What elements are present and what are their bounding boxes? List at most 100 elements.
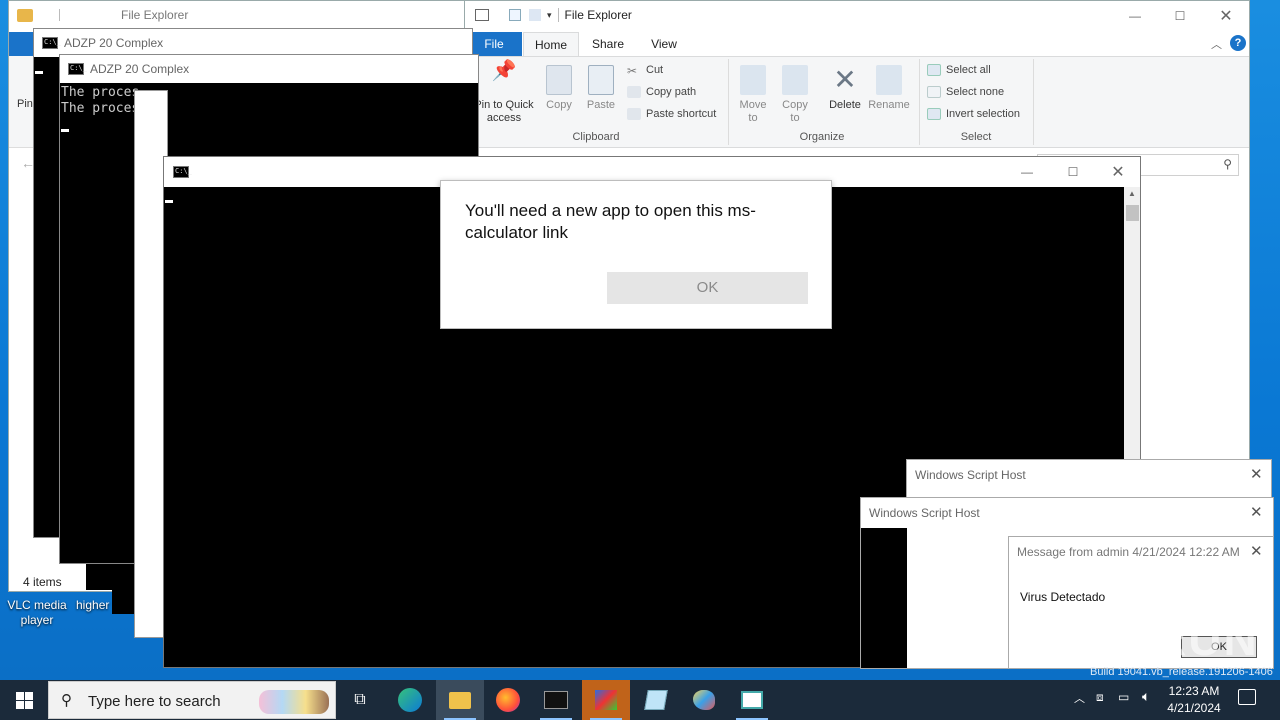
pin-icon: 📌: [491, 60, 517, 82]
organize-group-label: Organize: [799, 131, 845, 143]
explorer-left-status: 4 items: [23, 575, 62, 589]
cut-label: Cut: [646, 64, 664, 76]
cmd2-titlebar[interactable]: ADZP 20 Complex: [60, 55, 478, 83]
cmd-main-close-button[interactable]: ✕: [1095, 158, 1140, 186]
file-explorer-taskbar-icon[interactable]: [436, 680, 484, 720]
higher-icon-label[interactable]: higher: [76, 598, 109, 613]
explorer-left-pin-label: Pin: [17, 98, 33, 110]
dialog-message: You'll need a new app to open this ms-ca…: [465, 201, 756, 242]
tab-share[interactable]: Share: [583, 32, 633, 56]
copy-label: Copy: [546, 99, 572, 111]
windows-logo-icon: [15, 691, 33, 709]
dialog-ok-button[interactable]: OK: [607, 272, 808, 304]
copy-to-button[interactable]: Copy to: [777, 65, 813, 125]
rename-label: Rename: [868, 99, 910, 111]
paint-icon[interactable]: [680, 680, 728, 720]
cmd-taskbar-icon[interactable]: [532, 680, 580, 720]
minimize-button[interactable]: —: [1112, 2, 1158, 30]
boxes-app-icon[interactable]: [582, 680, 630, 720]
paste-icon: [588, 65, 614, 95]
separator-1: [728, 59, 729, 145]
start-button[interactable]: [0, 680, 48, 720]
notifications-icon[interactable]: [1238, 689, 1256, 705]
cut-button[interactable]: ✂ Cut: [627, 64, 664, 78]
explorer-left-file-tab[interactable]: [9, 32, 35, 56]
cmd-main-cursor: [165, 200, 173, 203]
paste-label: Paste: [586, 99, 616, 111]
select-none-label: Select none: [946, 86, 1005, 98]
invert-selection-icon: [927, 108, 941, 120]
copy-to-icon: [782, 65, 808, 95]
separator-2: [919, 59, 920, 145]
wifi-icon[interactable]: ▭: [1118, 690, 1129, 704]
open-app-dialog: You'll need a new app to open this ms-ca…: [440, 180, 832, 329]
pin-quick-access-button[interactable]: 📌 Pin to Quick access: [471, 60, 537, 125]
tab-home[interactable]: Home: [523, 32, 579, 56]
admin-message-title: Message from admin 4/21/2024 12:22 AM: [1017, 545, 1240, 559]
cmd-main-minimize-button[interactable]: —: [1004, 158, 1050, 186]
admin-message-close-icon[interactable]: ✕: [1250, 542, 1263, 560]
invert-selection-label: Invert selection: [946, 108, 1020, 120]
scroll-up-icon[interactable]: ▲: [1128, 189, 1136, 198]
cmd-icon: [42, 37, 61, 49]
volume-icon[interactable]: 🔈︎: [1142, 688, 1150, 705]
cmd2-cursor: [61, 129, 69, 132]
firefox-icon[interactable]: [484, 680, 532, 720]
paste-shortcut-button[interactable]: Paste shortcut: [627, 108, 716, 120]
network-icon[interactable]: ⧈: [1096, 690, 1104, 705]
help-icon[interactable]: ?: [1230, 35, 1246, 51]
delete-x-icon: ✕: [833, 64, 857, 95]
scissors-icon: ✂: [627, 64, 638, 78]
clock-time: 12:23 AM: [1168, 684, 1220, 698]
ribbon-collapse-icon[interactable]: ︿: [1211, 36, 1222, 52]
cmd2-output-line-2: The proces: [61, 101, 140, 116]
delete-button[interactable]: ✕ Delete: [823, 65, 867, 112]
wsh1-close-icon[interactable]: ✕: [1250, 465, 1263, 483]
scroll-thumb[interactable]: [1126, 205, 1139, 221]
clipboard-group-label: Clipboard: [572, 131, 620, 143]
copy-path-icon: [627, 86, 641, 98]
cmd-main-maximize-button[interactable]: ☐: [1050, 158, 1096, 186]
cmd2-output-line-1: The proces: [61, 85, 140, 100]
explorer-left-title: File Explorer: [121, 8, 189, 22]
cmd1-titlebar[interactable]: ADZP 20 Complex: [34, 29, 472, 57]
checkbox-qa-icon[interactable]: [509, 9, 521, 21]
explorer-right-title: File Explorer: [564, 8, 632, 22]
pin-label: Pin to Quick access: [474, 99, 534, 124]
tab-view[interactable]: View: [639, 32, 689, 56]
close-button[interactable]: ✕: [1203, 2, 1249, 30]
rename-button[interactable]: Rename: [867, 65, 911, 112]
show-hidden-icons[interactable]: ︿: [1074, 690, 1085, 706]
copy-path-button[interactable]: Copy path: [627, 86, 696, 98]
wsh2-close-icon[interactable]: ✕: [1250, 503, 1263, 521]
maximize-button[interactable]: ☐: [1157, 2, 1203, 30]
explorer-left-titlebar[interactable]: File Explorer: [9, 1, 469, 29]
vlc-icon-label: VLC media player: [7, 598, 67, 627]
window-app-taskbar-icon[interactable]: [728, 680, 776, 720]
qa-dropdown-icon[interactable]: ▾: [547, 10, 552, 21]
cmd-icon: [68, 63, 87, 75]
select-all-button[interactable]: Select all: [927, 64, 991, 76]
wsh1-title: Windows Script Host: [915, 468, 1026, 482]
select-group-label: Select: [960, 131, 992, 143]
notepad-icon[interactable]: [632, 680, 680, 720]
cmd1-title: ADZP 20 Complex: [64, 36, 164, 50]
vlc-desktop-icon[interactable]: VLC media player: [4, 586, 70, 627]
search-highlight-eggs-icon: [259, 690, 329, 714]
task-view-icon[interactable]: ⧉: [336, 680, 384, 720]
tab-file[interactable]: File: [466, 32, 522, 56]
paste-button[interactable]: Paste: [583, 65, 619, 112]
invert-selection-button[interactable]: Invert selection: [927, 108, 1020, 120]
cmd2-title: ADZP 20 Complex: [90, 62, 190, 76]
copy-button[interactable]: Copy: [541, 65, 577, 112]
edge-icon[interactable]: [386, 680, 434, 720]
taskbar-search-placeholder: Type here to search: [88, 693, 221, 710]
move-to-label: Move to: [739, 99, 767, 124]
select-none-button[interactable]: Select none: [927, 86, 1004, 98]
folder-icon: [17, 8, 33, 22]
move-to-button[interactable]: Move to: [735, 65, 771, 125]
cmd-icon: [173, 166, 192, 178]
clock[interactable]: 12:23 AM 4/21/2024: [1162, 683, 1226, 717]
taskbar-search-box[interactable]: ⚲ Type here to search: [48, 681, 336, 719]
newfolder-qa-icon[interactable]: [529, 9, 541, 21]
